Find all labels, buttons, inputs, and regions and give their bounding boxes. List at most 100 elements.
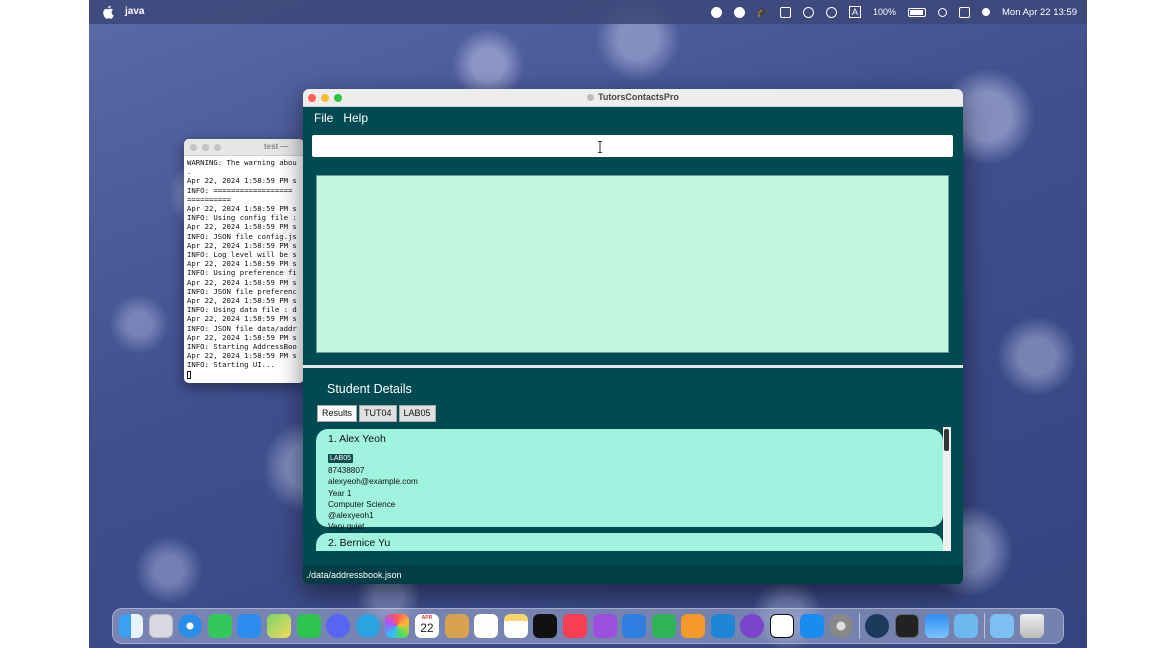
terminal-window[interactable]: test — WARNING: The warning abou. Apr 22,… xyxy=(184,139,304,383)
launchpad-icon[interactable] xyxy=(148,614,173,638)
facetime-icon[interactable] xyxy=(296,614,321,638)
steam-icon[interactable] xyxy=(865,614,890,638)
input-source-indicator[interactable]: A xyxy=(848,6,861,18)
terminal-line: Apr 22, 2024 1:58:59 PM s xyxy=(187,277,297,287)
result-display[interactable] xyxy=(316,175,949,353)
student-name: 2. Bernice Yu xyxy=(328,537,391,549)
dock-separator xyxy=(983,613,985,639)
window-title: TutorsContactsPro xyxy=(598,92,679,102)
app-store-icon[interactable] xyxy=(799,614,824,638)
terminal-line: INFO: JSON file data/addr xyxy=(187,323,297,333)
dock-separator xyxy=(858,613,860,639)
desktop: java 🎓 A 100% Mon Apr 22 13:59 test — WA… xyxy=(89,0,1087,648)
terminal-line: ========== xyxy=(187,194,231,204)
student-list[interactable]: 1. Alex Yeoh LAB05 87438807 alexyeoh@exa… xyxy=(316,427,943,551)
stickies-icon[interactable] xyxy=(503,614,528,638)
trash-icon[interactable] xyxy=(1020,614,1044,638)
vscode-icon[interactable] xyxy=(710,614,735,638)
calendar-icon[interactable]: APR 22 xyxy=(414,614,439,638)
terminal-title: test — xyxy=(264,142,289,151)
keynote-icon[interactable] xyxy=(622,614,647,638)
terminal-line: INFO: ================== xyxy=(187,185,293,195)
menu-bar-clock[interactable]: Mon Apr 22 13:59 xyxy=(1002,7,1077,18)
control-center-icon[interactable] xyxy=(959,6,970,18)
tab-lab05[interactable]: LAB05 xyxy=(398,405,436,422)
battery-icon[interactable] xyxy=(908,7,926,17)
terminal-cursor xyxy=(187,370,191,379)
command-box[interactable] xyxy=(312,135,953,157)
terminal-zoom-button[interactable] xyxy=(214,144,221,151)
messages-icon[interactable] xyxy=(207,614,232,638)
mail-icon[interactable] xyxy=(237,614,262,638)
menu-help[interactable]: Help xyxy=(343,111,368,125)
terminal-title-bar[interactable]: test — xyxy=(184,139,304,156)
student-year: Year 1 xyxy=(328,488,352,498)
maps-icon[interactable] xyxy=(266,614,291,638)
terminal-line: Apr 22, 2024 1:58:59 PM s xyxy=(187,259,297,269)
numbers-icon[interactable] xyxy=(651,614,676,638)
terminal-line: INFO: Starting AddressBoo xyxy=(187,342,297,352)
tutors-contacts-pro-window[interactable]: TutorsContactsPro File Help Student Deta… xyxy=(303,89,963,584)
active-app-name[interactable]: java xyxy=(125,6,144,17)
menu-file[interactable]: File xyxy=(314,111,333,125)
photos-icon[interactable] xyxy=(385,614,410,638)
terminal-line: . xyxy=(187,167,192,177)
student-details-heading: Student Details xyxy=(327,382,412,396)
apple-icon[interactable] xyxy=(102,5,114,19)
terminal-line: INFO: Using data file : d xyxy=(187,305,297,315)
scrollbar-thumb[interactable] xyxy=(944,429,949,451)
time-machine-icon[interactable] xyxy=(825,6,837,18)
folder-icon[interactable] xyxy=(954,614,979,638)
terminal-line: INFO: Using config file : xyxy=(187,213,297,223)
battery-percentage: 100% xyxy=(872,7,896,17)
podcasts-icon[interactable] xyxy=(592,614,617,638)
group-tabs: Results TUT04 LAB05 xyxy=(317,405,436,422)
terminal-line: INFO: Starting UI... xyxy=(187,360,275,370)
app-menu-bar: File Help xyxy=(303,107,963,129)
tab-tut04[interactable]: TUT04 xyxy=(359,405,397,422)
apple-tv-icon[interactable] xyxy=(533,614,558,638)
status-bar-file-path: ./data/addressbook.json xyxy=(303,566,963,584)
tab-results[interactable]: Results xyxy=(317,405,358,422)
terminal-line: Apr 22, 2024 1:58:59 PM s xyxy=(187,240,297,250)
terminal-line: Apr 22, 2024 1:58:59 PM s xyxy=(187,296,297,306)
spotlight-search-icon[interactable] xyxy=(938,7,947,17)
student-card[interactable]: 1. Alex Yeoh LAB05 87438807 alexyeoh@exa… xyxy=(316,429,943,531)
split-pane-divider[interactable] xyxy=(303,365,963,368)
command-input[interactable] xyxy=(312,135,953,157)
reminders-icon[interactable] xyxy=(474,614,499,638)
music-icon[interactable] xyxy=(562,614,587,638)
graduation-cap-icon[interactable]: 🎓 xyxy=(757,7,768,18)
notes-app-icon[interactable] xyxy=(444,614,469,638)
system-settings-icon[interactable] xyxy=(829,614,854,638)
discord-icon[interactable] xyxy=(326,614,351,638)
terminal-minimize-button[interactable] xyxy=(202,144,209,151)
safari-icon[interactable] xyxy=(178,614,203,638)
siri-icon[interactable] xyxy=(982,8,990,16)
student-list-scrollbar[interactable] xyxy=(943,427,951,551)
terminal-line: INFO: Log level will be s xyxy=(187,250,297,260)
weather-icon[interactable] xyxy=(924,614,949,638)
terminal-line: Apr 22, 2024 1:58:59 PM s xyxy=(187,176,297,186)
status-circle-icon[interactable] xyxy=(733,6,745,18)
notion-menu-icon[interactable] xyxy=(779,6,791,18)
telegram-icon[interactable] xyxy=(355,614,380,638)
java-app-icon xyxy=(587,94,595,101)
notion-icon[interactable] xyxy=(770,614,795,638)
student-email: alexyeoh@example.com xyxy=(328,477,418,487)
github-desktop-icon[interactable] xyxy=(740,614,765,638)
student-card[interactable]: 2. Bernice Yu xyxy=(316,533,943,551)
play-icon[interactable] xyxy=(802,6,814,18)
terminal-close-button[interactable] xyxy=(190,144,197,151)
record-icon[interactable] xyxy=(710,6,722,18)
terminal-line: Apr 22, 2024 1:58:59 PM s xyxy=(187,222,297,232)
terminal-output[interactable]: WARNING: The warning abou. Apr 22, 2024 1… xyxy=(184,156,304,381)
finder-icon[interactable] xyxy=(119,614,143,638)
dock: APR 22 xyxy=(112,608,1064,644)
terminal-icon[interactable] xyxy=(895,614,920,638)
student-telegram: @alexyeoh1 xyxy=(328,511,374,521)
terminal-line: INFO: JSON file config.js xyxy=(187,231,297,241)
pages-icon[interactable] xyxy=(681,614,706,638)
downloads-icon[interactable] xyxy=(990,614,1015,638)
app-title-bar[interactable]: TutorsContactsPro xyxy=(303,89,963,107)
